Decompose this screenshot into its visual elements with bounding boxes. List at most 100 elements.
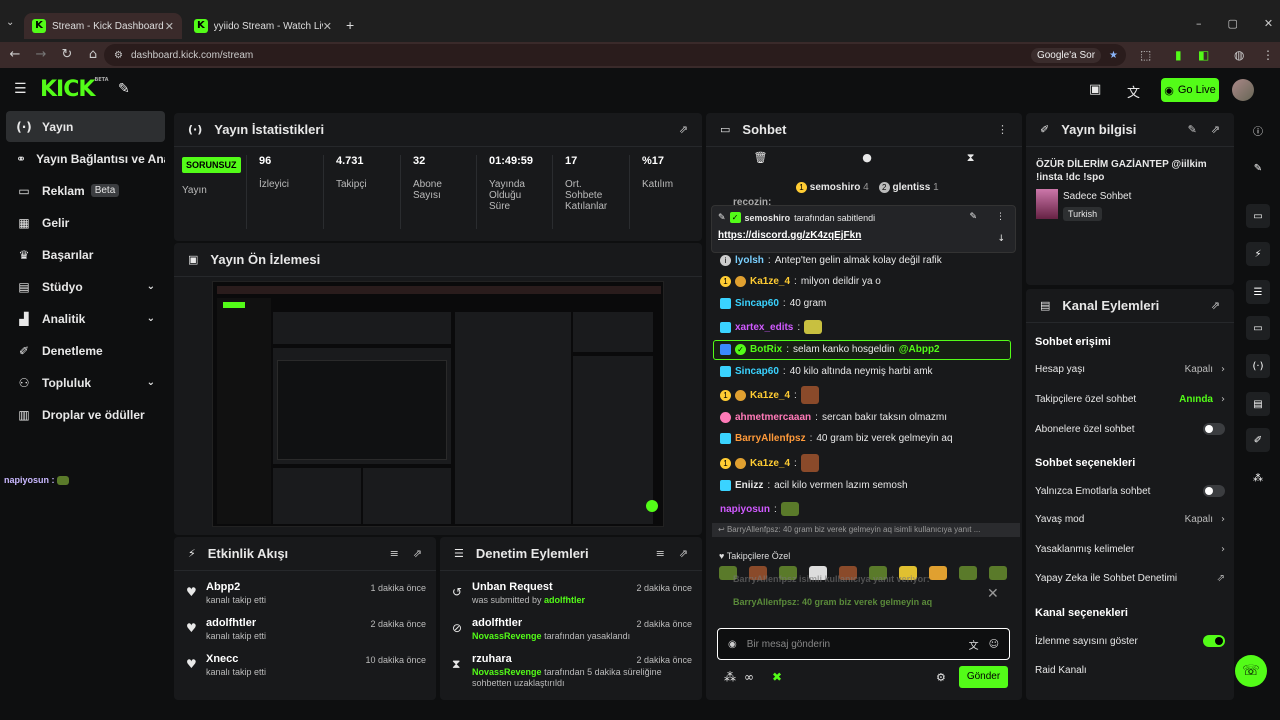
popout-icon[interactable]: ⇗ <box>679 547 688 560</box>
language-icon[interactable]: 文 <box>1127 82 1140 101</box>
send-button[interactable]: Gönder <box>959 666 1008 688</box>
category-name[interactable]: Sadece Sohbet <box>1063 191 1131 202</box>
wrench-widget-icon[interactable]: ✐ <box>1246 428 1270 452</box>
raid-channel-row[interactable]: Raid Kanalı <box>1035 665 1225 676</box>
url-field[interactable]: ⚙ dashboard.kick.com/stream Google'a Sor… <box>104 44 1126 66</box>
emote-icon[interactable] <box>929 566 947 580</box>
subs-only-toggle[interactable] <box>1203 423 1225 435</box>
close-tab-icon[interactable]: ✕ <box>165 20 174 33</box>
points-icon[interactable]: ⁂ <box>1246 466 1270 490</box>
broadcast-widget-icon[interactable]: (·) <box>1246 354 1270 378</box>
help-chat-icon[interactable]: ☏ <box>1235 655 1267 687</box>
google-ask-pill[interactable]: Google'a Sor <box>1030 47 1102 63</box>
chat-widget-icon[interactable]: ▭ <box>1246 316 1270 340</box>
filter-icon[interactable]: ≡ <box>390 547 399 560</box>
filter-icon[interactable]: ≡ <box>656 547 665 560</box>
expand-down-icon[interactable]: ↓ <box>997 234 1005 244</box>
go-live-button[interactable]: ◉ Go Live <box>1161 78 1219 102</box>
edit-icon[interactable]: ✎ <box>1188 123 1197 136</box>
forward-icon[interactable]: → <box>30 47 52 62</box>
stats-widget-icon[interactable]: ▭ <box>1246 204 1270 228</box>
trash-icon[interactable]: 🗑 <box>753 151 767 171</box>
popout-icon[interactable]: ⇗ <box>679 123 688 136</box>
edit-icon[interactable]: ✎ <box>1246 156 1270 180</box>
browser-menu-icon[interactable]: ⋮ <box>1262 48 1274 62</box>
pin-icon[interactable]: ✎ <box>118 81 130 97</box>
moderation-widget-icon[interactable]: ☰ <box>1246 280 1270 304</box>
bookmark-star-icon[interactable]: ★ <box>1109 50 1118 61</box>
reload-icon[interactable]: ↻ <box>56 47 78 62</box>
window-close-icon[interactable]: ✕ <box>1264 17 1273 30</box>
unpin-icon[interactable]: ✎ <box>969 212 977 222</box>
hamburger-menu-icon[interactable]: ☰ <box>14 81 27 97</box>
stream-info-panel: ✐ Yayın bilgisi ✎ ⇗ ÖZÜR DİLERİM GAZİANTE… <box>1026 113 1234 285</box>
slow-mode-row[interactable]: Yavaş mod Kapalı › <box>1035 514 1225 525</box>
translate-icon[interactable]: ◧ <box>1198 48 1209 62</box>
home-icon[interactable]: ⌂ <box>82 47 104 62</box>
sidebar-item-moderation[interactable]: ✐ Denetleme <box>6 335 165 366</box>
emote-only-toggle[interactable] <box>1203 485 1225 497</box>
followers-only-row[interactable]: Takipçilere özel sohbet Anında › <box>1035 394 1225 405</box>
sidebar-item-ads[interactable]: ▭ Reklam Beta <box>6 175 165 206</box>
extensions-icon[interactable]: ⬚ <box>1140 48 1151 62</box>
chat-message-input[interactable]: ◉ Bir mesaj gönderin 文 ☺ <box>717 628 1010 660</box>
panel-title: Yayın Ön İzlemesi <box>210 252 321 267</box>
more-options-icon[interactable]: ⋮ <box>997 123 1008 136</box>
popout-icon[interactable]: ⇗ <box>1211 299 1220 312</box>
emote-icon[interactable] <box>959 566 977 580</box>
profile-icon[interactable]: ◍ <box>1234 48 1244 62</box>
subs-only-row: Abonelere özel sohbet <box>1035 423 1225 435</box>
chevron-down-icon: ⌄ <box>146 313 155 324</box>
kick-logo[interactable]: KICKBETA <box>40 77 109 102</box>
extension-trash-icon[interactable]: ▮ <box>1175 48 1182 62</box>
site-info-icon[interactable]: ⚙ <box>114 50 123 61</box>
points-icon[interactable]: ⁂ <box>724 670 736 684</box>
popout-icon[interactable]: ⇗ <box>1211 123 1220 136</box>
sidebar-item-analytics[interactable]: ▟ Analitik ⌄ <box>6 303 165 334</box>
close-reply-icon[interactable]: ✕ <box>987 586 999 602</box>
channel-widget-icon[interactable]: ▤ <box>1246 392 1270 416</box>
close-tab-icon[interactable]: ✕ <box>323 20 332 33</box>
pinned-link[interactable]: https://discord.gg/zK4zqEjFkn <box>718 230 861 241</box>
preview-video[interactable] <box>212 281 664 527</box>
sidebar-item-community[interactable]: ⚇ Topluluk ⌄ <box>6 367 165 398</box>
emote-icon[interactable] <box>989 566 1007 580</box>
sidebar-item-stream-key[interactable]: ⚭Yayın Bağlantısı ve Anahtarı <box>6 143 165 174</box>
chat-settings-icon[interactable]: ⚙ <box>936 671 946 684</box>
tab-list-chevron-icon[interactable]: ⌄ <box>6 17 14 28</box>
obs-icon[interactable]: ▣ <box>1089 82 1101 97</box>
minimize-icon[interactable]: – <box>1196 17 1202 30</box>
sidebar-item-revenue[interactable]: ▦ Gelir <box>6 207 165 238</box>
sidebar-item-achievements[interactable]: ♛ Başarılar <box>6 239 165 270</box>
show-viewers-toggle[interactable] <box>1203 635 1225 647</box>
user-avatar[interactable] <box>1232 79 1254 101</box>
infinity-icon[interactable]: ∞ <box>744 670 754 684</box>
list-item: ♥ adolfhtler kanalı takip etti 2 dakika önc… <box>186 617 426 641</box>
sidebar-item-studio[interactable]: ▤ Stüdyo ⌄ <box>6 271 165 302</box>
back-icon[interactable]: ← <box>4 47 26 62</box>
banned-words-row[interactable]: Yasaklanmış kelimeler › <box>1035 544 1225 555</box>
hourglass-icon[interactable]: ⧗ <box>967 151 975 171</box>
ai-moderation-row[interactable]: Yapay Zeka ile Sohbet Denetimi ⇗ <box>1035 573 1225 584</box>
activity-widget-icon[interactable]: ⚡ <box>1246 242 1270 266</box>
channel-actions-header: ▤ Kanal Eylemleri ⇗ <box>1026 289 1234 323</box>
sidebar-item-drops[interactable]: ▥ Droplar ve ödüller <box>6 399 165 430</box>
unban-icon: ↺ <box>452 585 463 599</box>
more-options-icon[interactable]: ⋮ <box>996 212 1005 222</box>
chat-bubble-icon[interactable]: ● <box>862 151 872 171</box>
bot-badge-icon <box>720 344 731 355</box>
tab-kick-dashboard[interactable]: K Stream - Kick Dashboard ✕ <box>24 13 182 39</box>
sidebar-item-stream[interactable]: (·) Yayın <box>6 111 165 142</box>
emoji-icon[interactable]: ☺ <box>989 639 999 650</box>
translate-icon[interactable]: 文 <box>969 637 979 652</box>
kick-coin-icon[interactable]: ✖ <box>772 670 782 684</box>
lightning-icon: ⚡ <box>188 547 196 560</box>
tab-watch-live[interactable]: K yyiido Stream - Watch Live on K ✕ <box>186 13 340 39</box>
new-tab-plus-icon[interactable]: + <box>346 17 354 33</box>
tag-badge[interactable]: Turkish <box>1063 207 1103 221</box>
account-age-row[interactable]: Hesap yaşı Kapalı › <box>1035 364 1225 375</box>
category-thumbnail <box>1036 189 1058 219</box>
info-icon[interactable]: ⓘ <box>1246 118 1270 142</box>
popout-icon[interactable]: ⇗ <box>413 547 422 560</box>
maximize-icon[interactable]: ▢ <box>1228 17 1238 30</box>
